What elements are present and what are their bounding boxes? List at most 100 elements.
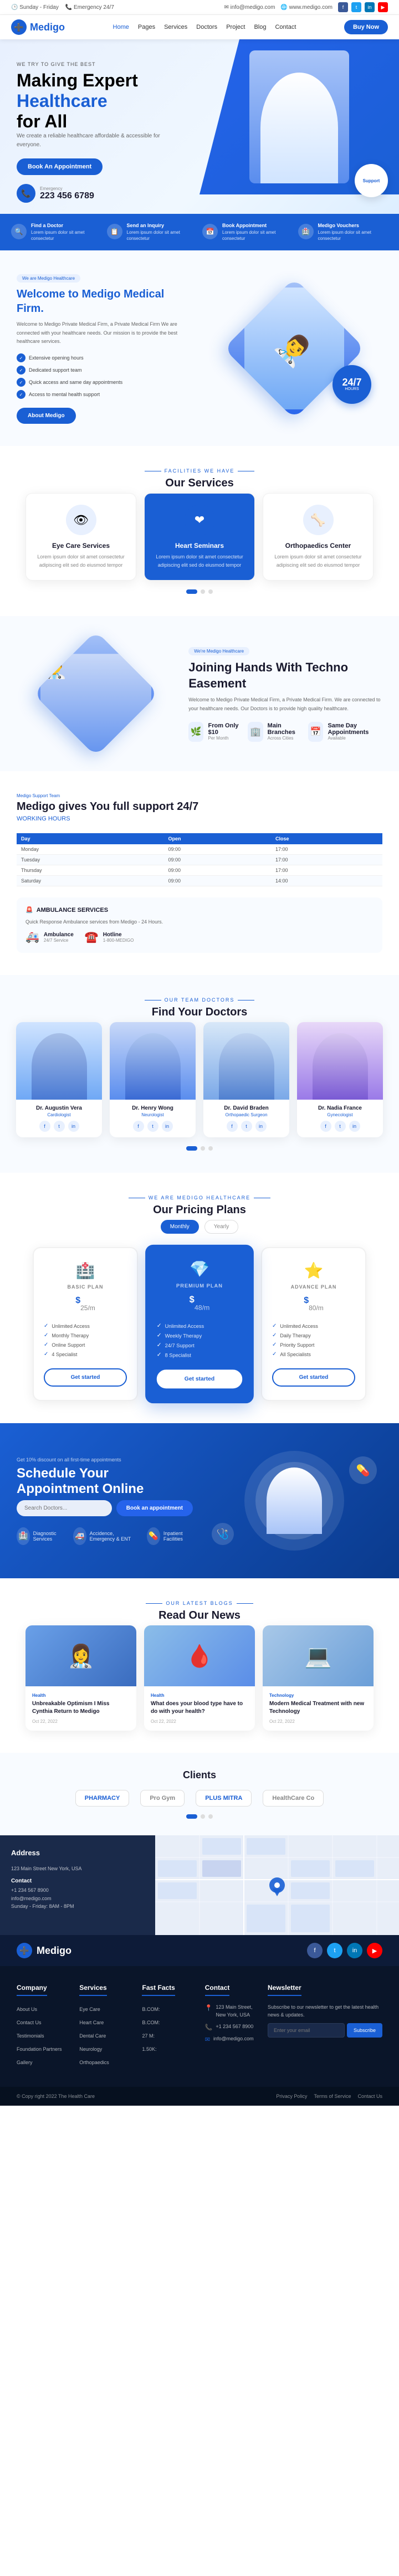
accident-icon: 🚑 — [73, 1527, 86, 1545]
footer-privacy-link[interactable]: Privacy Policy — [276, 2093, 307, 2099]
doc1-tw[interactable]: t — [54, 1121, 65, 1132]
footer-testimonials-link[interactable]: Testimonials — [17, 2033, 44, 2039]
footer-fact-link-4[interactable]: 1.50K: — [142, 2046, 156, 2052]
doc1-fb[interactable]: f — [39, 1121, 50, 1132]
feature-inquiry-desc: Lorem ipsum dolor sit amet consectetur — [127, 229, 197, 242]
clients-dot-3[interactable] — [208, 1814, 213, 1819]
ambulance-text-2: Hotline 1-800-MEDIGO — [103, 932, 134, 943]
footer-eye-link[interactable]: Eye Care — [79, 2007, 100, 2012]
joining-doctor-icon: 👨‍⚕️ — [40, 655, 68, 679]
check-2: ✓Dedicated support team — [17, 366, 193, 374]
footer-phone-icon: 📞 — [205, 2024, 213, 2031]
doc2-tw[interactable]: t — [147, 1121, 158, 1132]
blog-card-3[interactable]: 💻 Technology Modern Medical Treatment wi… — [263, 1625, 374, 1731]
wh-close-3: 17:00 — [271, 865, 382, 876]
footer-about-link[interactable]: About Us — [17, 2007, 37, 2012]
nav-doctors[interactable]: Doctors — [196, 24, 217, 30]
blog-img-icon-2: 🩸 — [186, 1643, 213, 1669]
facebook-icon[interactable]: f — [338, 2, 348, 12]
dot-2[interactable] — [201, 589, 205, 594]
advance-cta[interactable]: Get started — [272, 1368, 355, 1387]
buy-now-button[interactable]: Buy Now — [344, 20, 388, 34]
footer-heart-link[interactable]: Heart Care — [79, 2020, 104, 2025]
blog-img-icon-3: 💻 — [304, 1643, 332, 1669]
blog-card-1[interactable]: 👩‍⚕️ Health Unbreakable Optimism I Miss … — [25, 1625, 136, 1731]
joining-stat-3: 📅 Same Day Appointments Available — [308, 722, 382, 742]
nav-pages[interactable]: Pages — [138, 24, 155, 30]
youtube-icon[interactable]: ▶ — [378, 2, 388, 12]
footer-terms-link[interactable]: Terms of Service — [314, 2093, 351, 2099]
footer-fact-link-1[interactable]: B.COM: — [142, 2007, 160, 2012]
footer-contact-bottom-link[interactable]: Contact Us — [357, 2093, 382, 2099]
support-section: Medigo Support Team Medigo gives You ful… — [0, 771, 399, 975]
footer-tw-icon[interactable]: t — [327, 1943, 342, 1958]
footer-li-icon[interactable]: in — [347, 1943, 362, 1958]
twitter-icon[interactable]: t — [351, 2, 361, 12]
tab-yearly[interactable]: Yearly — [204, 1220, 238, 1234]
footer-fact-link-2[interactable]: B.COM: — [142, 2020, 160, 2025]
footer-ortho-link[interactable]: Orthopaedics — [79, 2060, 109, 2065]
footer-neuro-link[interactable]: Neurology — [79, 2046, 102, 2052]
doc-dot-2[interactable] — [201, 1146, 205, 1151]
doc-dot-1[interactable] — [186, 1146, 197, 1151]
doc4-tw[interactable]: t — [335, 1121, 346, 1132]
blog-date-3: Oct 22, 2022 — [269, 1719, 295, 1724]
tab-monthly[interactable]: Monthly — [161, 1220, 199, 1234]
doc4-fb[interactable]: f — [320, 1121, 331, 1132]
nav-logo: ➕ Medigo — [11, 19, 65, 35]
ambulance-title: 🚨 AMBULANCE SERVICES — [25, 906, 374, 914]
footer-gallery-link[interactable]: Gallery — [17, 2060, 33, 2065]
doc4-li[interactable]: in — [349, 1121, 360, 1132]
ortho-title: Orthopaedics Center — [272, 542, 364, 550]
footer-fact-link-3[interactable]: 27 M: — [142, 2033, 155, 2039]
doc-dot-3[interactable] — [208, 1146, 213, 1151]
doc2-li[interactable]: in — [162, 1121, 173, 1132]
appt-doctor-silhouette — [267, 1467, 322, 1534]
feature-inquiry: 📋 Send an Inquiry Lorem ipsum dolor sit … — [107, 223, 197, 242]
basic-cta[interactable]: Get started — [44, 1368, 127, 1387]
doc1-li[interactable]: in — [68, 1121, 79, 1132]
heart-care-title: Heart Seminars — [154, 542, 245, 550]
nav-project[interactable]: Project — [226, 24, 245, 30]
nav-home[interactable]: Home — [113, 24, 129, 30]
footer-dental-link[interactable]: Dental Care — [79, 2033, 106, 2039]
newsletter-input[interactable] — [268, 2023, 345, 2038]
wh-row-2: Tuesday 09:00 17:00 — [17, 855, 382, 865]
dot-1[interactable] — [186, 589, 197, 594]
doc3-fb[interactable]: f — [227, 1121, 238, 1132]
footer-fb-icon[interactable]: f — [307, 1943, 323, 1958]
footer-yt-icon[interactable]: ▶ — [367, 1943, 382, 1958]
doctor-card-3[interactable]: Dr. David Braden Orthopaedic Surgeon f t… — [203, 1022, 289, 1137]
newsletter-subscribe-button[interactable]: Subscribe — [347, 2023, 382, 2038]
blog-card-2[interactable]: 🩸 Health What does your blood type have … — [144, 1625, 255, 1731]
doc2-fb[interactable]: f — [133, 1121, 144, 1132]
appt-subtitle: Get 10% discount on all first-time appoi… — [17, 1457, 193, 1463]
footer-partners-link[interactable]: Foundation Partners — [17, 2046, 62, 2052]
doctor-card-1[interactable]: Dr. Augustin Vera Cardiologist f t in — [16, 1022, 102, 1137]
doctor-card-2[interactable]: Dr. Henry Wong Neurologist f t in — [110, 1022, 196, 1137]
doc3-li[interactable]: in — [255, 1121, 267, 1132]
book-appointment-button[interactable]: Book an appointment — [116, 1500, 193, 1516]
hero-cta-button[interactable]: Book An Appointment — [17, 158, 103, 175]
nav-blog[interactable]: Blog — [254, 24, 266, 30]
linkedin-icon[interactable]: in — [365, 2, 375, 12]
about-btn[interactable]: About Medigo — [17, 408, 76, 424]
map-section: Address 123 Main Street New York, USA Co… — [0, 1835, 399, 1935]
footer-contact-link[interactable]: Contact Us — [17, 2020, 42, 2025]
service-ortho[interactable]: 🦴 Orthopaedics Center Lorem ipsum dolor … — [263, 493, 374, 581]
nav-contact[interactable]: Contact — [275, 24, 296, 30]
premium-cta[interactable]: Get started — [157, 1369, 243, 1388]
search-doctors-input[interactable] — [17, 1500, 112, 1516]
nav-services[interactable]: Services — [164, 24, 187, 30]
blog-category-1: Health — [32, 1693, 130, 1698]
doctor-img-3 — [203, 1022, 289, 1100]
feature-find-doctor: 🔍 Find a Doctor Lorem ipsum dolor sit am… — [11, 223, 101, 242]
dot-3[interactable] — [208, 589, 213, 594]
service-heart[interactable]: ❤ Heart Seminars Lorem ipsum dolor sit a… — [144, 493, 255, 581]
doctor-card-4[interactable]: Dr. Nadia France Gynecologist f t in — [297, 1022, 383, 1137]
service-eye[interactable]: 👁 Eye Care Services Lorem ipsum dolor si… — [25, 493, 136, 581]
doc3-tw[interactable]: t — [241, 1121, 252, 1132]
doctors-section-title: Find Your Doctors — [11, 1006, 388, 1019]
clients-dot-1[interactable] — [186, 1814, 197, 1819]
clients-dot-2[interactable] — [201, 1814, 205, 1819]
